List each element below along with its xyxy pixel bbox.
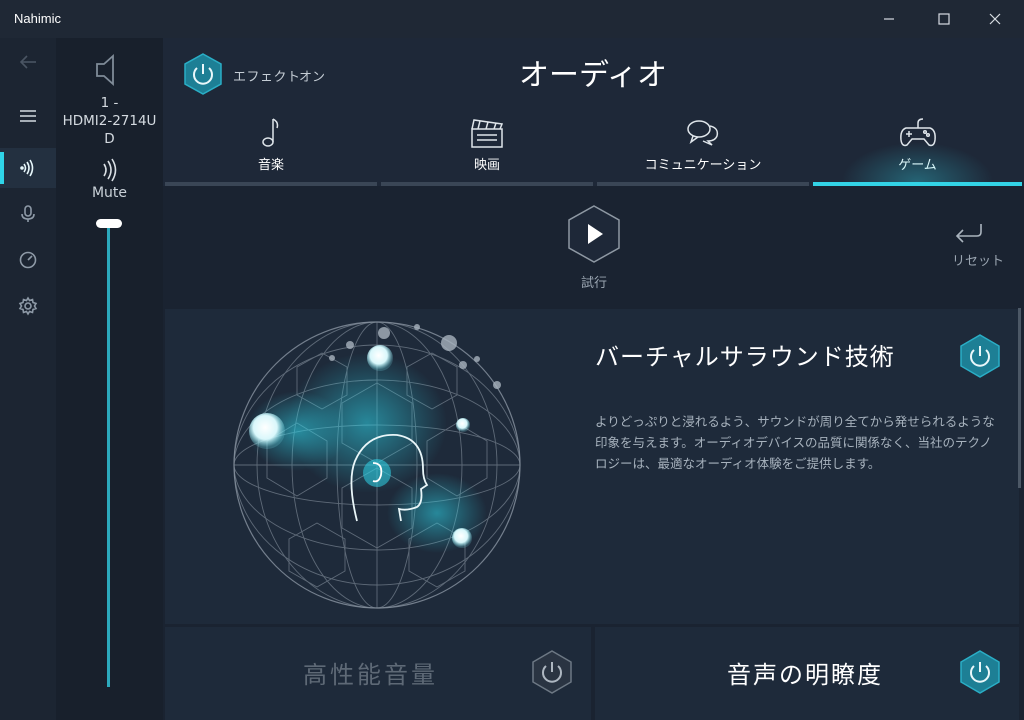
effect-power-button[interactable] [183,52,223,100]
speaker-icon [96,53,114,87]
tab-movie-indicator [381,182,593,186]
power-icon [184,53,222,95]
tab-music-indicator [165,182,377,186]
power-icon [960,650,1000,694]
play-icon [568,205,620,263]
close-button[interactable] [972,0,1018,38]
gamepad-icon [899,118,936,147]
close-icon [989,13,1001,25]
effect-label: エフェクト [233,70,301,85]
chat-bubbles-icon [687,120,719,146]
surround-description: よりどっぷりと浸れるよう、サウンドが周り全てから発せられるような印象を与えます。… [595,414,995,471]
volume-slider-thumb[interactable] [96,219,122,228]
page-title: オーディオ [519,58,667,93]
nav-audio[interactable] [0,148,56,188]
header: エフェクト オン オーディオ 音楽 映画 コミュニケーション ゲーム [163,38,1024,186]
reset-button[interactable] [953,222,985,250]
volume-slider-track[interactable] [107,224,110,687]
voice-clarity-title: 音声の明瞭度 [727,661,883,689]
surround-title: バーチャルサラウンド技術 [595,343,895,371]
menu-icon [20,110,36,122]
main-content: エフェクト オン オーディオ 音楽 映画 コミュニケーション ゲーム 試行 リセ… [163,38,1024,720]
tab-communication-label: コミュニケーション [644,158,762,173]
mute-label: Mute [91,185,128,201]
controls-row: 試行 リセット [163,188,1024,306]
nav-gauge[interactable] [0,240,56,280]
voice-clarity-power-button[interactable] [959,649,1001,699]
effect-state: オン [299,70,326,85]
tab-communication-indicator [597,182,809,186]
power-icon [960,334,1000,378]
back-arrow-icon [19,55,36,69]
nav-rail [0,38,56,720]
app-title: Nahimic [14,11,61,26]
menu-button[interactable] [0,96,56,136]
microphone-icon [21,205,35,222]
tab-movie-label: 映画 [473,158,500,173]
tab-communication[interactable]: コミュニケーション [595,108,811,186]
tab-music[interactable]: 音楽 [163,108,379,186]
power-icon [532,650,572,694]
device-name: 1 - HDMI2-2714U D [56,94,163,148]
scrollbar[interactable] [1018,308,1021,488]
loudness-power-button[interactable] [531,649,573,699]
gauge-icon [19,251,37,269]
minimize-button[interactable] [866,0,912,38]
minimize-icon [884,18,894,20]
device-name-line-3: D [104,131,115,147]
tab-game[interactable]: ゲーム [811,108,1024,186]
loudness-card: 高性能音量 [165,627,591,720]
sound-waves-icon[interactable] [99,158,119,182]
voice-clarity-card: 音声の明瞭度 [595,627,1019,720]
tab-movie[interactable]: 映画 [379,108,595,186]
nav-microphone[interactable] [0,194,56,234]
surround-sphere-illustration [233,321,521,609]
maximize-button[interactable] [921,0,967,38]
surround-power-button[interactable] [959,333,1001,383]
music-note-icon [262,118,279,147]
tab-game-label: ゲーム [898,158,937,173]
device-name-line-2: HDMI2-2714U [62,113,157,129]
tab-game-indicator [813,182,1022,186]
reset-label: リセット [951,254,1004,269]
audio-waves-icon [20,159,34,177]
tab-music-label: 音楽 [257,158,284,173]
play-button[interactable] [567,204,621,268]
device-name-line-1: 1 - [100,95,119,111]
surround-card: バーチャルサラウンド技術 よりどっぷりと浸れるよう、サウンドが周り全てから発せら… [165,309,1019,624]
device-panel: 1 - HDMI2-2714U D Mute [56,38,163,720]
loudness-title: 高性能音量 [303,661,438,689]
back-button[interactable] [0,42,56,82]
maximize-icon [938,13,950,25]
clapperboard-icon [471,119,504,148]
title-bar: Nahimic [0,0,1024,38]
reset-arrow-icon [955,224,982,243]
gear-icon [18,296,38,316]
play-label: 試行 [580,276,607,291]
nav-settings[interactable] [0,286,56,326]
